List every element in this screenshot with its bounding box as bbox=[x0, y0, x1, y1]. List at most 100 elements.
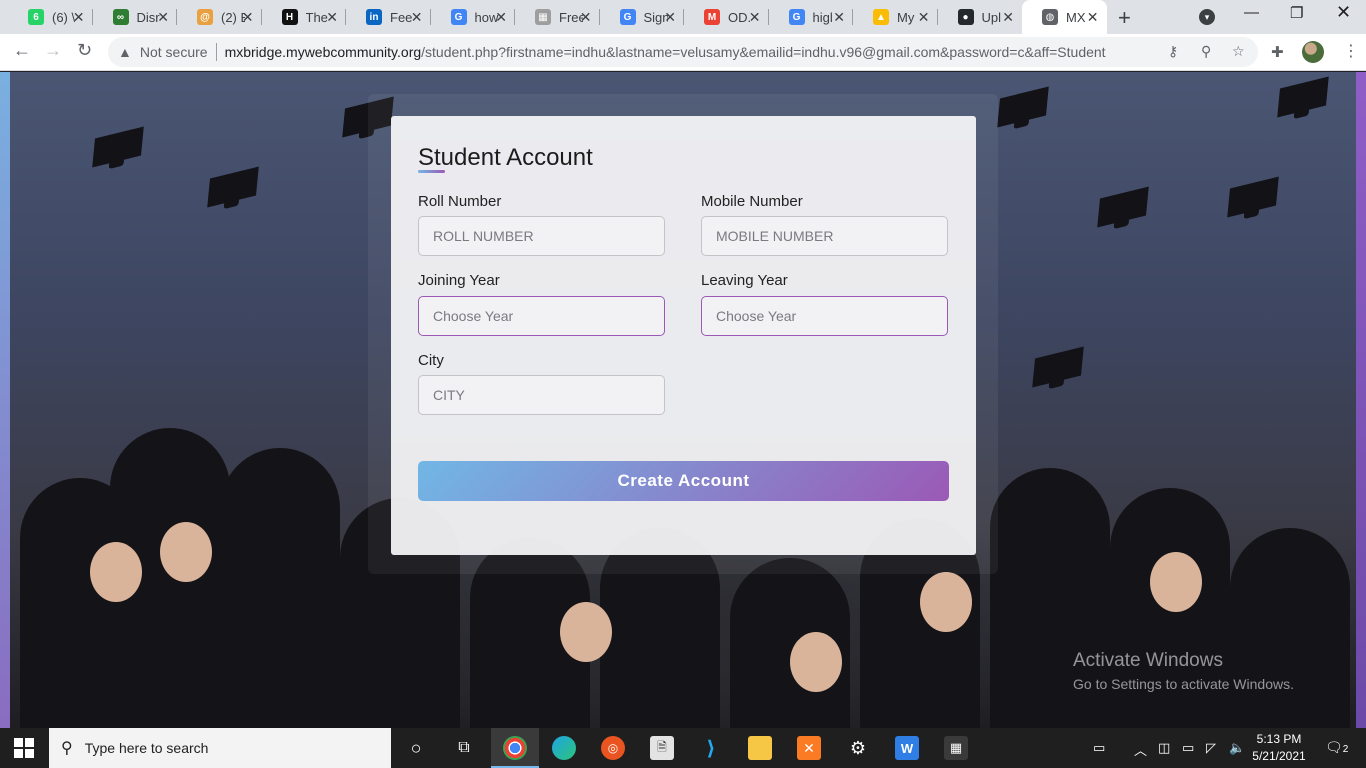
student-face bbox=[790, 632, 842, 692]
minimize-button[interactable]: — bbox=[1244, 4, 1259, 21]
leaving-year-label: Leaving Year bbox=[701, 272, 788, 289]
whatsapp-icon: 6 bbox=[28, 9, 44, 25]
warning-icon[interactable]: ▲ bbox=[118, 44, 132, 60]
bookmark-star-icon[interactable]: ☆ bbox=[1232, 43, 1245, 60]
taskbar-search-box[interactable]: ⚲ Type here to search bbox=[49, 728, 391, 768]
browser-menu-icon[interactable]: ⋮ bbox=[1343, 41, 1359, 61]
tab-close-icon[interactable]: ✕ bbox=[664, 9, 676, 26]
tab-close-icon[interactable]: ✕ bbox=[749, 9, 761, 26]
browser-tab[interactable]: ● Upl ✕ bbox=[938, 0, 1023, 34]
tab-close-icon[interactable]: ✕ bbox=[495, 9, 507, 26]
browser-tab[interactable]: M OD. ✕ bbox=[684, 0, 769, 34]
swirl-icon: @ bbox=[197, 9, 213, 25]
joining-year-select[interactable]: Choose Year bbox=[418, 296, 665, 336]
mobile-number-label: Mobile Number bbox=[701, 193, 803, 210]
windows-start-icon[interactable] bbox=[14, 738, 34, 758]
settings-icon[interactable]: ⚙ bbox=[846, 736, 870, 760]
tab-close-icon[interactable]: ✕ bbox=[157, 9, 169, 26]
tab-close-icon[interactable]: ✕ bbox=[411, 9, 423, 26]
browser-tab[interactable]: Ghow ✕ bbox=[431, 0, 515, 34]
page-content: Student Account Roll Number ROLL NUMBER … bbox=[0, 72, 1366, 728]
tab-close-icon[interactable]: ✕ bbox=[1087, 9, 1099, 26]
page-left-edge bbox=[0, 72, 10, 728]
city-input[interactable]: CITY bbox=[418, 375, 665, 415]
linkedin-icon: in bbox=[366, 9, 382, 25]
file-icon[interactable]: 🗎 bbox=[650, 736, 674, 760]
key-icon[interactable]: ⚷ bbox=[1168, 43, 1178, 60]
browser-tab[interactable]: ▲ My ✕ bbox=[853, 0, 938, 34]
restore-button[interactable]: ❐ bbox=[1290, 4, 1303, 22]
taskbar-search-placeholder: Type here to search bbox=[84, 740, 209, 756]
extensions-puzzle-icon[interactable]: ✚ bbox=[1271, 43, 1284, 61]
ubuntu-icon[interactable]: ◎ bbox=[601, 736, 625, 760]
create-account-button[interactable]: Create Account bbox=[418, 461, 949, 501]
vscode-icon[interactable]: ⟩ bbox=[699, 736, 723, 760]
security-label[interactable]: Not secure bbox=[140, 44, 208, 60]
network-icon[interactable]: ◸ bbox=[1206, 740, 1216, 756]
leaving-year-select[interactable]: Choose Year bbox=[701, 296, 948, 336]
tab-close-icon[interactable]: ✕ bbox=[833, 9, 845, 26]
chrome-icon[interactable] bbox=[503, 736, 527, 760]
student-face bbox=[160, 522, 212, 582]
infinity-icon: ∞ bbox=[112, 9, 129, 25]
reload-icon[interactable]: ↻ bbox=[77, 40, 92, 61]
browser-tab[interactable]: ▦ Free ✕ bbox=[515, 0, 600, 34]
tab-close-icon[interactable]: ✕ bbox=[918, 9, 930, 26]
back-arrow-icon[interactable]: ← bbox=[13, 40, 31, 61]
drive-icon: ▲ bbox=[873, 9, 889, 25]
browser-tab[interactable]: H The ✕ bbox=[262, 0, 346, 34]
browser-tab[interactable]: ∞ Disr ✕ bbox=[93, 0, 177, 34]
page-right-edge bbox=[1356, 72, 1366, 728]
cortana-icon[interactable]: ○ bbox=[404, 736, 428, 760]
clock-date: 5/21/2021 bbox=[1252, 749, 1306, 763]
notification-center-icon[interactable]: 🗨2 bbox=[1325, 739, 1348, 756]
wps-icon[interactable]: W bbox=[895, 736, 919, 760]
search-icon: ⚲ bbox=[61, 740, 73, 757]
close-window-button[interactable]: ✕ bbox=[1336, 2, 1351, 23]
google-icon: G bbox=[450, 9, 467, 25]
new-tab-button[interactable]: + bbox=[1118, 5, 1131, 31]
tab-close-icon[interactable]: ✕ bbox=[1002, 9, 1014, 26]
tab-close-icon[interactable]: ✕ bbox=[580, 9, 592, 26]
tab-close-icon[interactable]: ✕ bbox=[73, 9, 85, 26]
volume-icon[interactable]: 🔈 bbox=[1229, 740, 1245, 756]
show-hidden-icons-icon[interactable]: ︿ bbox=[1134, 740, 1147, 759]
student-account-form: Student Account Roll Number ROLL NUMBER … bbox=[391, 116, 976, 555]
url-path: /student.php?firstname=indhu&lastname=ve… bbox=[421, 44, 1106, 60]
zoom-icon[interactable]: ⚲ bbox=[1201, 43, 1211, 60]
forward-arrow-icon[interactable]: → bbox=[44, 40, 62, 61]
address-bar[interactable]: ▲ Not secure mxbridge.mywebcommunity.org… bbox=[108, 37, 1258, 67]
activate-windows-watermark: Activate Windows Go to Settings to activ… bbox=[1073, 650, 1294, 692]
tab-close-icon[interactable]: ✕ bbox=[242, 9, 254, 26]
system-clock[interactable]: 5:13 PM 5/21/2021 bbox=[1248, 731, 1310, 765]
edge-icon[interactable] bbox=[552, 736, 576, 760]
student-face bbox=[920, 572, 972, 632]
browser-tab[interactable]: G Sign ✕ bbox=[600, 0, 684, 34]
tab-search-icon[interactable]: ▾ bbox=[1199, 9, 1215, 25]
xampp-icon[interactable]: ✕ bbox=[797, 736, 821, 760]
browser-tab[interactable]: in Fee ✕ bbox=[346, 0, 431, 34]
mobile-number-input[interactable]: MOBILE NUMBER bbox=[701, 216, 948, 256]
roll-number-input[interactable]: ROLL NUMBER bbox=[418, 216, 665, 256]
github-icon: ● bbox=[957, 9, 974, 25]
tab-strip: 6 (6) \ ✕ ∞ Disr ✕ @ (2) E ✕ H The ✕ in Fee ✕ Ghow ✕ ▦ Fre… bbox=[0, 0, 1366, 34]
form-title: Student Account bbox=[418, 144, 593, 171]
task-view-icon[interactable]: ⧉ bbox=[452, 736, 476, 760]
activate-windows-title: Activate Windows bbox=[1073, 650, 1223, 671]
browser-tab[interactable]: ◍ MX ✕ bbox=[1022, 0, 1107, 34]
browser-tab[interactable]: 6 (6) \ ✕ bbox=[8, 0, 93, 34]
crowd-silhouette bbox=[220, 448, 340, 728]
image-icon: ▦ bbox=[535, 9, 551, 25]
meet-now-icon[interactable]: ◫ bbox=[1158, 740, 1170, 756]
profile-avatar[interactable] bbox=[1302, 41, 1324, 63]
crowd-silhouette bbox=[1230, 528, 1350, 728]
battery-icon[interactable]: ▭ bbox=[1182, 740, 1194, 756]
browser-tab[interactable]: @ (2) E ✕ bbox=[177, 0, 262, 34]
keyboard-icon[interactable]: ▭ bbox=[1093, 740, 1105, 756]
calculator-icon[interactable]: ▦ bbox=[944, 736, 968, 760]
browser-tab[interactable]: Ghigl ✕ bbox=[769, 0, 853, 34]
globe-icon: ◍ bbox=[1042, 9, 1058, 25]
explorer-icon[interactable] bbox=[748, 736, 772, 760]
browser-toolbar: ← → ↻ ▲ Not secure mxbridge.mywebcommuni… bbox=[0, 34, 1366, 71]
tab-close-icon[interactable]: ✕ bbox=[326, 9, 338, 26]
